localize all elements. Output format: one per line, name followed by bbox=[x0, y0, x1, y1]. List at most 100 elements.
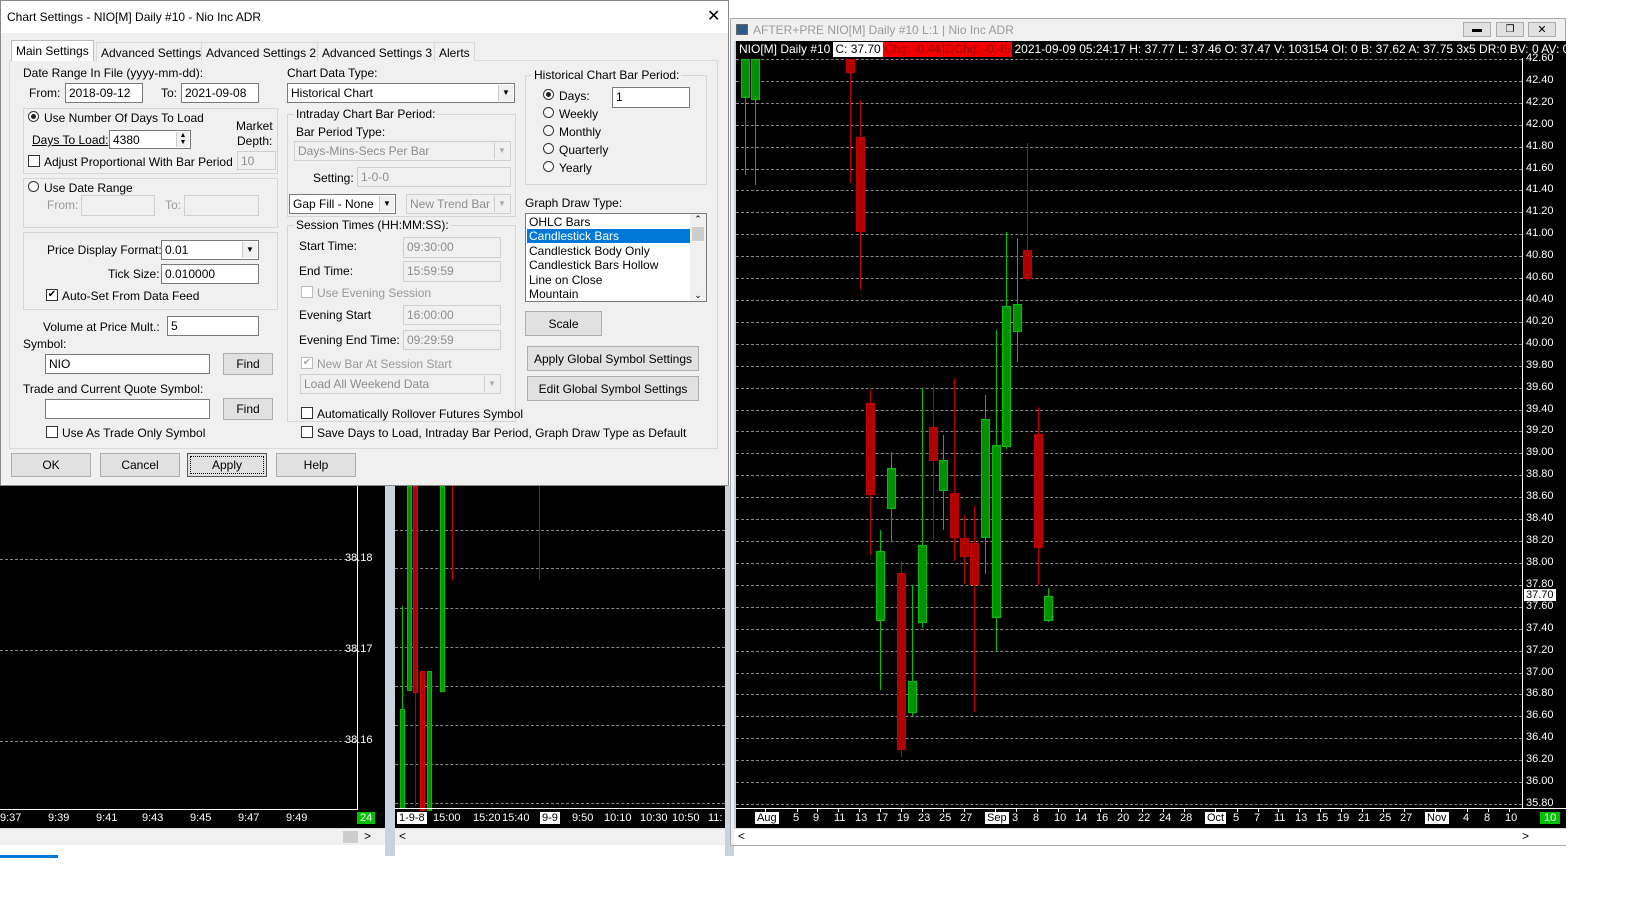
main-chart-scrollbar[interactable]: < > bbox=[734, 828, 1566, 845]
auto-set-checkbox[interactable]: ✔ bbox=[46, 289, 58, 301]
date-label: 22 bbox=[1138, 812, 1151, 824]
close-button[interactable]: ✕ bbox=[1528, 22, 1556, 37]
date-label: 19 bbox=[897, 812, 910, 824]
scrollbar-thumb[interactable] bbox=[692, 227, 704, 241]
left-chart-scrollbar[interactable]: > bbox=[0, 828, 385, 845]
trade-only-checkbox[interactable] bbox=[46, 426, 58, 438]
window-titlebar[interactable]: AFTER+PRE NIO[M] Daily #10 L:1 | Nio Inc… bbox=[731, 19, 1565, 41]
candle-wick bbox=[850, 59, 851, 183]
graph-type-option[interactable]: OHLC Bars bbox=[527, 215, 690, 229]
scroll-left-arrow-icon[interactable]: < bbox=[738, 829, 745, 843]
graph-type-option[interactable]: Line on Close bbox=[527, 273, 690, 287]
setting-field[interactable]: 1-0-0 bbox=[357, 167, 511, 187]
edit-global-settings-button[interactable]: Edit Global Symbol Settings bbox=[527, 376, 699, 401]
grid-line bbox=[736, 629, 1522, 630]
graph-type-option[interactable]: Candlestick Bars Hollow bbox=[527, 258, 690, 272]
dialog-titlebar[interactable]: Chart Settings - NIO[M] Daily #10 - Nio … bbox=[1, 1, 728, 33]
cancel-button[interactable]: Cancel bbox=[100, 453, 180, 477]
use-date-range-radio[interactable] bbox=[28, 181, 39, 192]
tab-advanced-settings[interactable]: Advanced Settings bbox=[96, 42, 207, 61]
price-label: 37.20 bbox=[1526, 644, 1554, 656]
save-default-checkbox[interactable] bbox=[301, 426, 313, 438]
tab-advanced-settings-2[interactable]: Advanced Settings 2 bbox=[201, 42, 322, 61]
middle-chart-scrollbar[interactable]: < bbox=[395, 828, 725, 845]
find-symbol-button[interactable]: Find bbox=[223, 353, 273, 375]
left-chart[interactable]: 38.18 38.17 38.16 bbox=[0, 486, 385, 828]
weekend-data-select[interactable]: Load All Weekend Data ▼ bbox=[300, 374, 501, 394]
tab-main-settings[interactable]: Main Settings bbox=[11, 40, 94, 61]
tick-size-field[interactable]: 0.010000 bbox=[161, 264, 259, 284]
adjust-proportional-checkbox[interactable] bbox=[28, 155, 40, 167]
scroll-down-icon[interactable]: ⌄ bbox=[690, 290, 706, 301]
range-from-field[interactable] bbox=[81, 195, 155, 216]
market-depth-field[interactable]: 10 bbox=[237, 151, 276, 170]
range-to-field[interactable] bbox=[184, 195, 259, 216]
yearly-radio[interactable] bbox=[543, 161, 554, 172]
graph-draw-type-list[interactable]: ⌃ ⌄ OHLC Bars Candlestick Bars Candlestick… bbox=[525, 213, 707, 302]
candle bbox=[908, 681, 917, 714]
spinner-icon[interactable]: ▲ ▼ bbox=[176, 132, 189, 147]
scroll-up-icon[interactable]: ⌃ bbox=[690, 214, 706, 225]
middle-chart[interactable] bbox=[395, 486, 725, 828]
scroll-right-arrow-icon[interactable]: > bbox=[1522, 829, 1529, 843]
days-field[interactable]: 1 bbox=[612, 87, 690, 108]
scroll-left-arrow-icon[interactable]: < bbox=[399, 829, 406, 843]
to-date-field[interactable]: 2021-09-08 bbox=[181, 83, 259, 103]
find-trade-symbol-button[interactable]: Find bbox=[223, 398, 273, 420]
price-label: 40.20 bbox=[1526, 315, 1554, 327]
tab-advanced-settings-3[interactable]: Advanced Settings 3 bbox=[317, 42, 438, 61]
minimize-button[interactable]: ▬ bbox=[1463, 22, 1491, 37]
gap-fill-select[interactable]: Gap Fill - None ▼ bbox=[289, 194, 396, 214]
symbol-field[interactable]: NIO bbox=[45, 354, 210, 374]
maximize-button[interactable]: ❐ bbox=[1496, 22, 1524, 37]
new-trend-bar-select[interactable]: New Trend Bar V ▼ bbox=[406, 194, 511, 214]
from-date-field[interactable]: 2018-09-12 bbox=[65, 83, 143, 103]
price-label: 36.00 bbox=[1526, 775, 1554, 787]
chart-data-type-select[interactable]: Historical Chart ▼ bbox=[287, 83, 515, 103]
evening-start-field[interactable]: 16:00:00 bbox=[403, 305, 501, 325]
tab-alerts[interactable]: Alerts bbox=[434, 42, 475, 61]
graph-type-option[interactable]: Candlestick Body Only bbox=[527, 244, 690, 258]
monthly-radio[interactable] bbox=[543, 125, 554, 136]
price-label: 42.20 bbox=[1526, 96, 1554, 108]
close-icon[interactable]: ✕ bbox=[707, 6, 720, 26]
date-label: 3 bbox=[1012, 812, 1019, 824]
days-radio[interactable] bbox=[543, 89, 554, 100]
weekly-radio[interactable] bbox=[543, 107, 554, 118]
rollover-checkbox[interactable] bbox=[301, 407, 313, 419]
evening-end-field[interactable]: 09:29:59 bbox=[403, 330, 501, 350]
help-button[interactable]: Help bbox=[276, 453, 356, 477]
price-format-select[interactable]: 0.01 ▼ bbox=[161, 240, 259, 260]
main-chart[interactable]: NIO[M] Daily #10 C: 37.70 Chg: -0.44 DCh… bbox=[734, 41, 1622, 828]
bar-period-type-select[interactable]: Days-Mins-Secs Per Bar ▼ bbox=[294, 141, 511, 161]
use-days-radio[interactable] bbox=[28, 111, 39, 122]
trade-symbol-field[interactable] bbox=[45, 399, 210, 419]
graph-type-option[interactable]: Candlestick Bars bbox=[527, 229, 690, 244]
end-time-field[interactable]: 15:59:59 bbox=[403, 261, 501, 282]
date-label: 5 bbox=[1233, 812, 1240, 824]
date-label: Nov bbox=[1425, 812, 1449, 824]
vap-field[interactable]: 5 bbox=[167, 316, 259, 336]
apply-global-settings-button[interactable]: Apply Global Symbol Settings bbox=[527, 346, 699, 371]
price-label: 38.17 bbox=[345, 643, 373, 655]
new-bar-session-checkbox[interactable]: ✔ bbox=[301, 357, 313, 369]
start-time-field[interactable]: 09:30:00 bbox=[403, 237, 501, 258]
grid-line bbox=[736, 673, 1522, 674]
scrollbar-thumb[interactable] bbox=[343, 831, 358, 843]
market-depth-label: Market bbox=[236, 119, 273, 133]
list-scrollbar[interactable]: ⌃ ⌄ bbox=[690, 214, 706, 301]
evening-session-checkbox[interactable] bbox=[301, 286, 313, 298]
evening-end-label: Evening End Time: bbox=[299, 333, 400, 347]
graph-type-option[interactable]: Mountain bbox=[527, 287, 690, 301]
trade-only-label: Use As Trade Only Symbol bbox=[62, 426, 206, 440]
scale-button[interactable]: Scale bbox=[525, 311, 602, 336]
scroll-right-arrow-icon[interactable]: > bbox=[364, 829, 371, 843]
rollover-label: Automatically Rollover Futures Symbol bbox=[317, 407, 524, 421]
ok-button[interactable]: OK bbox=[11, 453, 91, 477]
weekend-data-value: Load All Weekend Data bbox=[304, 377, 430, 391]
apply-button[interactable]: Apply bbox=[187, 453, 267, 477]
date-label: 10 bbox=[1505, 812, 1518, 824]
quarterly-radio[interactable] bbox=[543, 143, 554, 154]
days-to-load-field[interactable]: 4380 ▲ ▼ bbox=[109, 130, 191, 149]
evening-start-label: Evening Start bbox=[299, 308, 372, 322]
